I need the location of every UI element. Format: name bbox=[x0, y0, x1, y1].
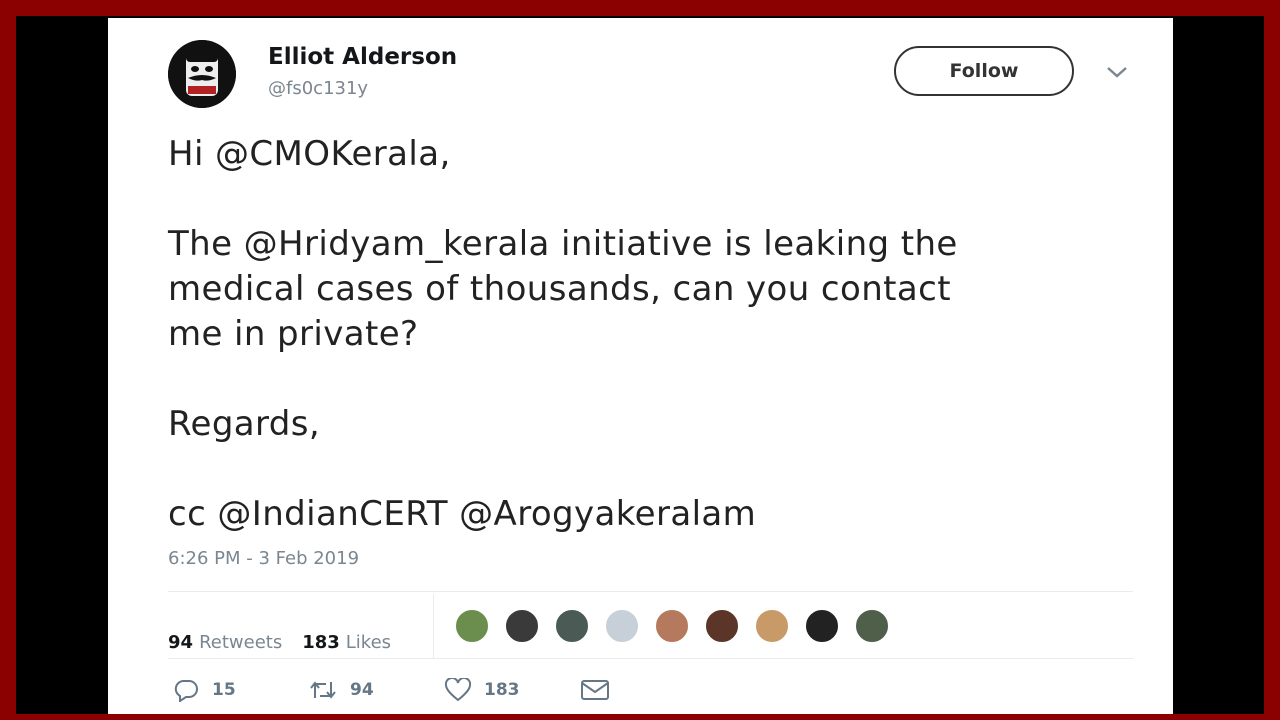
retweet-icon bbox=[310, 681, 336, 699]
user-handle[interactable]: @fs0c131y bbox=[268, 78, 368, 99]
heart-icon bbox=[444, 678, 472, 702]
like-button[interactable]: 183 bbox=[444, 678, 580, 702]
message-button[interactable] bbox=[580, 679, 622, 701]
follow-button[interactable]: Follow bbox=[894, 46, 1074, 96]
likes-count: 183 bbox=[302, 631, 340, 653]
divider bbox=[433, 594, 434, 658]
reply-count: 15 bbox=[212, 680, 236, 700]
tweet-text: Hi @CMOKerala, The @Hridyam_kerala initi… bbox=[168, 132, 1128, 537]
liker-avatar[interactable] bbox=[604, 608, 640, 644]
action-bar: 15 94 183 bbox=[172, 678, 622, 702]
reply-icon bbox=[174, 680, 198, 702]
tweet-line: me in private? bbox=[168, 314, 419, 354]
liker-avatar[interactable] bbox=[804, 608, 840, 644]
retweets-stat[interactable]: 94 Retweets bbox=[168, 632, 282, 653]
user-name[interactable]: Elliot Alderson bbox=[268, 44, 457, 70]
tweet-line: cc @IndianCERT @Arogyakeralam bbox=[168, 494, 757, 534]
retweets-count: 94 bbox=[168, 631, 194, 653]
likes-stat[interactable]: 183 Likes bbox=[302, 632, 391, 653]
divider bbox=[168, 591, 1133, 592]
liker-avatar[interactable] bbox=[504, 608, 540, 644]
retweet-button[interactable]: 94 bbox=[308, 678, 444, 702]
reply-button[interactable]: 15 bbox=[172, 678, 308, 702]
divider bbox=[168, 658, 1133, 659]
tweet-line: Hi @CMOKerala, bbox=[168, 134, 451, 174]
engagement-stats: 94 Retweets 183 Likes bbox=[168, 612, 411, 672]
liker-avatar[interactable] bbox=[454, 608, 490, 644]
tweet-line: Regards, bbox=[168, 404, 321, 444]
liker-avatar[interactable] bbox=[854, 608, 890, 644]
timestamp[interactable]: 6:26 PM - 3 Feb 2019 bbox=[168, 548, 359, 569]
likes-label: Likes bbox=[345, 631, 392, 653]
liker-avatar[interactable] bbox=[654, 608, 690, 644]
retweets-label: Retweets bbox=[199, 631, 283, 653]
chevron-down-icon[interactable] bbox=[1104, 62, 1130, 82]
liker-avatar[interactable] bbox=[754, 608, 790, 644]
like-count: 183 bbox=[484, 680, 520, 700]
liker-avatars bbox=[454, 608, 890, 644]
retweet-count: 94 bbox=[350, 680, 374, 700]
tweet-line: The @Hridyam_kerala initiative is leakin… bbox=[168, 224, 958, 264]
tweet-card: Elliot Alderson @fs0c131y Follow Hi @CMO… bbox=[108, 18, 1173, 714]
liker-avatar[interactable] bbox=[554, 608, 590, 644]
envelope-icon bbox=[581, 680, 609, 700]
tweet-line: medical cases of thousands, can you cont… bbox=[168, 269, 951, 309]
avatar[interactable] bbox=[168, 40, 236, 108]
liker-avatar[interactable] bbox=[704, 608, 740, 644]
